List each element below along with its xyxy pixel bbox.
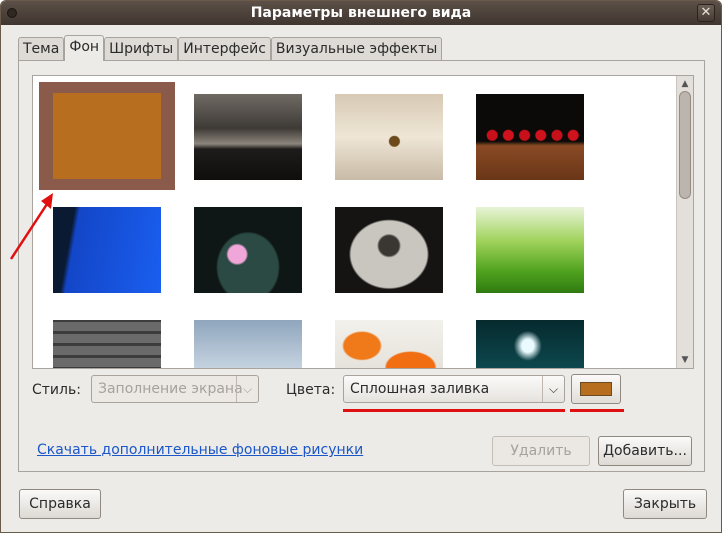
remove-button[interactable]: Удалить <box>492 436 590 466</box>
annotation-underline <box>570 409 624 412</box>
scroll-down-arrow-icon[interactable]: ▼ <box>677 353 693 367</box>
wallpaper-gallery: ▲ ▼ <box>32 75 694 369</box>
title-bar: Параметры внешнего вида ✕ <box>1 1 721 25</box>
colors-label: Цвета: <box>286 382 336 398</box>
wallpaper-stone-wall[interactable] <box>53 320 161 368</box>
close-icon[interactable]: ✕ <box>697 4 715 22</box>
wallpaper-cherries-on-wood[interactable] <box>476 94 584 180</box>
colors-select-value: Сплошная заливка <box>350 381 490 397</box>
wallpaper-hands-with-seeds[interactable] <box>335 207 443 293</box>
tab-fonts[interactable]: Шрифты <box>104 37 179 61</box>
wallpaper-pale-sky[interactable] <box>194 320 302 368</box>
close-button[interactable]: Закрыть <box>623 489 707 519</box>
tab-interface[interactable]: Интерфейс <box>178 37 271 61</box>
wallpaper-green-grass[interactable] <box>476 207 584 293</box>
add-button[interactable]: Добавить... <box>598 436 692 466</box>
scroll-up-arrow-icon[interactable]: ▲ <box>677 77 693 91</box>
color-swatch <box>580 382 612 396</box>
colors-select[interactable]: Сплошная заливка ⌵ <box>343 375 565 403</box>
download-wallpapers-link[interactable]: Скачать дополнительные фоновые рисунки <box>37 442 363 458</box>
wallpaper-water-reflection[interactable] <box>476 320 584 368</box>
wallpaper-solid-color[interactable] <box>39 82 175 190</box>
window-menu-icon[interactable] <box>7 8 17 18</box>
annotation-arrow-icon <box>9 193 53 260</box>
wallpaper-orange-flowers[interactable] <box>335 320 443 368</box>
tab-theme[interactable]: Тема <box>18 37 65 61</box>
style-label: Стиль: <box>32 382 81 398</box>
wallpaper-dark-sea-sky[interactable] <box>194 94 302 180</box>
background-panel: ▲ ▼ Стиль: Заполнение экрана ⌵ Цвета: Сп… <box>18 60 705 472</box>
tab-visual-effects[interactable]: Визуальные эффекты <box>270 37 443 61</box>
tab-bar: Тема Фон Шрифты Интерфейс Визуальные эфф… <box>18 35 443 61</box>
tab-background[interactable]: Фон <box>64 35 105 61</box>
solid-color-swatch <box>53 93 161 179</box>
scrollbar-thumb[interactable] <box>679 91 691 199</box>
wallpaper-butterfly-on-plant[interactable] <box>335 94 443 180</box>
chevron-down-icon: ⌵ <box>542 376 564 402</box>
wallpaper-water-lily[interactable] <box>194 207 302 293</box>
gallery-scrollbar[interactable]: ▲ ▼ <box>676 76 693 368</box>
appearance-preferences-window: Параметры внешнего вида ✕ Тема Фон Шрифт… <box>0 0 722 533</box>
help-button[interactable]: Справка <box>19 489 101 519</box>
style-select[interactable]: Заполнение экрана ⌵ <box>91 375 259 403</box>
wallpaper-blue-sky-cliff[interactable] <box>53 207 161 293</box>
annotation-underline <box>343 409 565 412</box>
style-select-value: Заполнение экрана <box>98 381 243 397</box>
chevron-down-icon: ⌵ <box>236 376 258 402</box>
window-title: Параметры внешнего вида <box>250 5 472 21</box>
color-picker-button[interactable] <box>571 374 621 404</box>
